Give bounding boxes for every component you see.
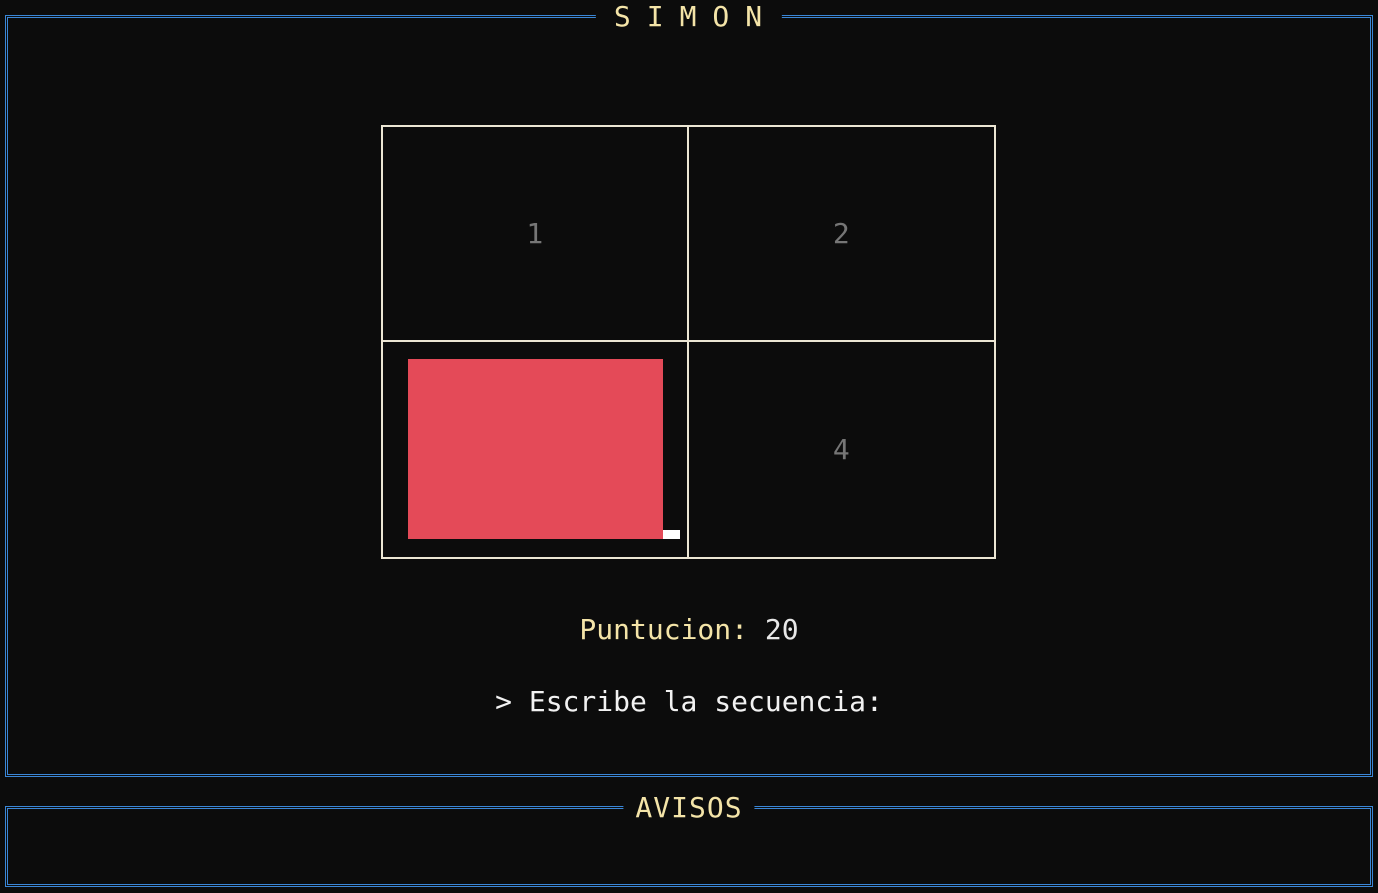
text-cursor — [663, 530, 680, 539]
cell-label: 1 — [526, 217, 544, 250]
simon-cell-3[interactable]: 3 — [383, 342, 689, 557]
score-display: Puntucion: 20 — [0, 612, 1378, 648]
cell-label: 2 — [832, 217, 850, 250]
game-title: SIMON — [595, 0, 783, 35]
sequence-prompt[interactable]: > Escribe la secuencia: — [0, 684, 1378, 720]
notices-title: AVISOS — [623, 790, 755, 826]
lit-cell-highlight — [408, 359, 663, 539]
simon-cell-1[interactable]: 1 — [383, 127, 689, 342]
notices-panel: AVISOS — [5, 790, 1373, 887]
simon-cell-4[interactable]: 4 — [689, 342, 995, 557]
simon-cell-2[interactable]: 2 — [688, 127, 994, 342]
cell-label: 4 — [832, 433, 850, 466]
score-label: Puntucion: — [579, 613, 748, 646]
simon-board: 1 2 3 4 — [381, 125, 996, 559]
score-value: 20 — [764, 613, 799, 646]
